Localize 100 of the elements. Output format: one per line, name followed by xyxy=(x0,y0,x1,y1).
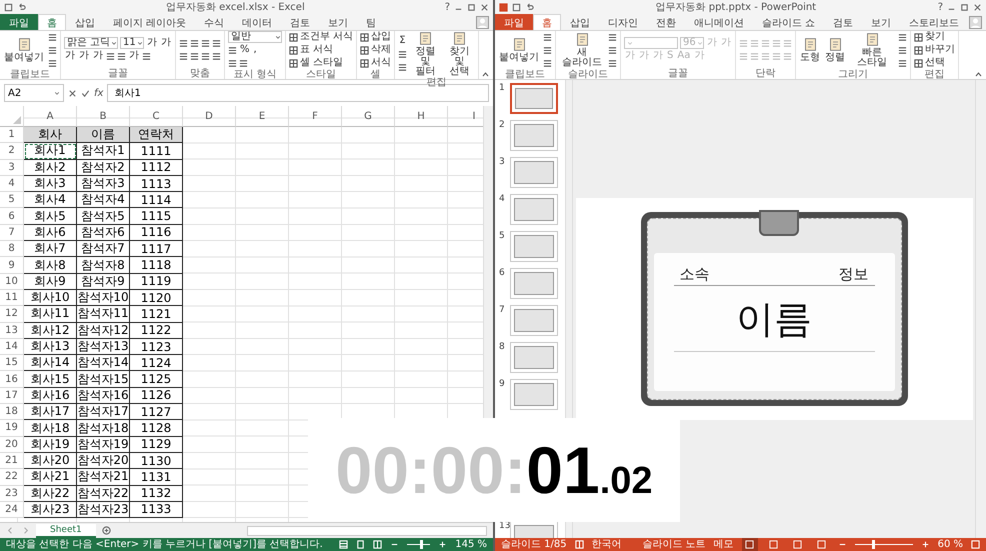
ribbon-button[interactable]: 표 서식 xyxy=(289,45,334,55)
view-button[interactable] xyxy=(742,538,758,551)
ribbon-button[interactable]: 조건부 서식 xyxy=(289,32,354,42)
row-header[interactable]: 8 xyxy=(0,241,24,258)
row-header[interactable]: 22 xyxy=(0,469,24,486)
slide-thumbnail[interactable] xyxy=(510,379,558,410)
close-icon[interactable] xyxy=(973,2,982,12)
save-icon[interactable] xyxy=(512,2,521,12)
notes-button[interactable]: 슬라이드 노트 xyxy=(642,540,706,550)
format-button[interactable]: 가 xyxy=(92,51,104,61)
ribbon-tab[interactable]: 삽입 xyxy=(561,14,599,30)
column-header[interactable]: H xyxy=(395,106,448,127)
ribbon-tab[interactable]: 보기 xyxy=(319,14,358,30)
ribbon-button[interactable]: 도형 xyxy=(799,37,821,63)
row-header[interactable]: 1 xyxy=(0,127,24,144)
column-header[interactable]: F xyxy=(289,106,342,127)
dropdown-field[interactable]: 일반 xyxy=(228,31,282,43)
row-header[interactable]: 12 xyxy=(0,306,24,323)
ribbon-tab[interactable]: 애니메이션 xyxy=(685,14,753,30)
ribbon-tab[interactable]: 수식 xyxy=(195,14,234,30)
maximize-icon[interactable] xyxy=(467,2,476,12)
help-button[interactable]: ? xyxy=(938,2,943,12)
fit-icon[interactable] xyxy=(971,540,980,549)
row-header[interactable]: 6 xyxy=(0,208,24,225)
ribbon-button[interactable]: 새 슬라이드 xyxy=(559,32,605,68)
ribbon-button[interactable]: 붙여넣기 xyxy=(498,37,540,63)
ribbon-tab[interactable]: 데이터 xyxy=(233,14,282,30)
comments-button[interactable]: 메모 xyxy=(714,540,734,550)
slide-thumbnail[interactable] xyxy=(510,194,558,225)
slide-thumbnail[interactable] xyxy=(510,268,558,299)
page-break-icon[interactable] xyxy=(372,540,382,549)
sheet-tab[interactable]: Sheet1 xyxy=(36,524,96,538)
plus-icon[interactable] xyxy=(438,540,448,549)
row-header[interactable]: 20 xyxy=(0,436,24,453)
ribbon-button[interactable]: 삭제 xyxy=(360,45,392,55)
row-header[interactable]: 2 xyxy=(0,143,24,160)
format-button[interactable]: Σ xyxy=(398,36,407,46)
slide-thumbnail[interactable] xyxy=(510,83,558,114)
slider-thumb[interactable] xyxy=(872,540,875,549)
avatar-icon[interactable] xyxy=(969,16,982,28)
column-header[interactable]: G xyxy=(342,106,395,127)
ribbon-tab[interactable]: 검토 xyxy=(824,14,862,30)
ribbon-tab[interactable]: 삽입 xyxy=(66,14,104,30)
format-button[interactable]: 가 xyxy=(78,51,90,61)
scrollbar[interactable] xyxy=(246,526,487,536)
column-header[interactable]: E xyxy=(236,106,289,127)
column-header[interactable]: D xyxy=(183,106,236,127)
close-icon[interactable] xyxy=(480,2,489,12)
format-button[interactable]: 가 xyxy=(160,38,172,48)
row-header[interactable]: 16 xyxy=(0,371,24,388)
save-icon[interactable] xyxy=(4,2,13,12)
ribbon-tab[interactable]: 보기 xyxy=(862,14,900,30)
normal-view-icon[interactable] xyxy=(338,540,348,549)
format-button[interactable]: 가 xyxy=(64,51,76,61)
ribbon-button[interactable]: 찾기 및 선택 xyxy=(444,31,475,77)
row-header[interactable]: 5 xyxy=(0,192,24,208)
name-box[interactable]: A2 xyxy=(4,84,64,102)
row-header[interactable]: 14 xyxy=(0,338,24,356)
ribbon-button[interactable]: 빠른 스타일 xyxy=(849,32,895,68)
file-tab[interactable]: 파일 xyxy=(0,14,38,30)
row-header[interactable]: 9 xyxy=(0,257,24,274)
row-header[interactable]: 23 xyxy=(0,486,24,502)
row-header[interactable]: 13 xyxy=(0,322,24,339)
undo-icon[interactable] xyxy=(525,2,534,12)
format-button[interactable]: , xyxy=(252,45,258,55)
dropdown-field[interactable]: 11 xyxy=(120,37,144,49)
slide-thumbnail[interactable] xyxy=(510,231,558,262)
row-header[interactable]: 11 xyxy=(0,290,24,306)
format-button[interactable]: % xyxy=(239,45,251,55)
ribbon-tab[interactable]: 홈 xyxy=(533,14,561,30)
avatar-icon[interactable] xyxy=(476,16,489,28)
ribbon-button[interactable]: 삽입 xyxy=(360,32,392,42)
cancel-icon[interactable] xyxy=(68,88,77,98)
ribbon-tab[interactable]: 디자인 xyxy=(599,14,647,30)
row-header[interactable]: 19 xyxy=(0,420,24,437)
ribbon-button[interactable]: 셀 스타일 xyxy=(289,58,344,68)
ribbon-button[interactable]: 찾기 xyxy=(914,32,945,42)
collapse-icon[interactable] xyxy=(975,72,982,77)
row-header[interactable]: 15 xyxy=(0,355,24,372)
zoom-level[interactable]: 60 % xyxy=(938,540,963,550)
slide-thumbnail[interactable] xyxy=(510,305,558,336)
row-header[interactable]: 3 xyxy=(0,160,24,176)
scrollbar[interactable] xyxy=(975,80,986,538)
ribbon-tab[interactable]: 슬라이드 쇼 xyxy=(753,14,824,30)
format-button[interactable]: 가 xyxy=(128,51,140,61)
ribbon-button[interactable]: 정렬 xyxy=(824,37,846,63)
plus-icon[interactable] xyxy=(920,540,930,549)
file-tab[interactable]: 파일 xyxy=(495,14,533,30)
function-button[interactable]: fx xyxy=(94,88,104,98)
ribbon-tab[interactable]: 전환 xyxy=(647,14,685,30)
ribbon-button[interactable]: 정렬 및 필터 xyxy=(410,31,442,77)
row-header[interactable]: 17 xyxy=(0,388,24,404)
row-header[interactable]: 21 xyxy=(0,452,24,470)
ribbon-button[interactable]: 바꾸기 xyxy=(914,45,955,55)
slide-thumbnail[interactable] xyxy=(510,120,558,151)
ribbon-tab[interactable]: 검토 xyxy=(281,14,320,30)
ribbon-tab[interactable]: 페이지 레이아웃 xyxy=(104,14,196,30)
ribbon-tab[interactable]: 팀 xyxy=(357,14,386,30)
row-header[interactable]: 10 xyxy=(0,274,24,290)
ribbon-button[interactable]: 서식 xyxy=(360,58,392,68)
